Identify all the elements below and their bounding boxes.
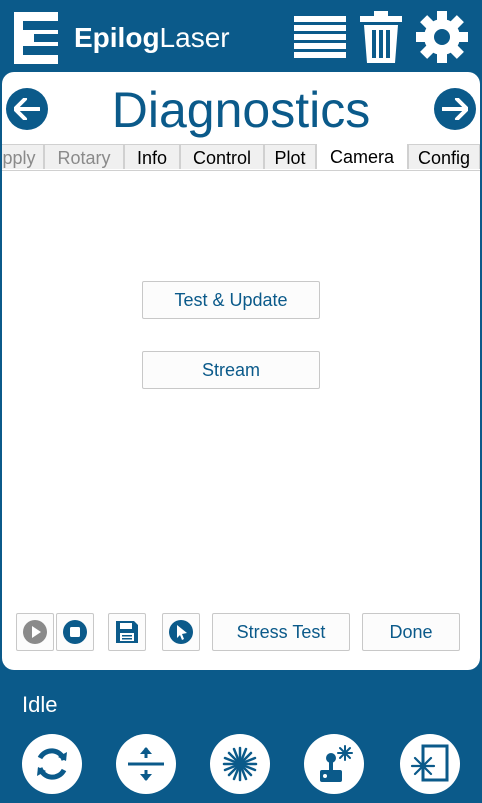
trash-icon[interactable]: [360, 11, 402, 63]
tab-rotary[interactable]: Rotary: [44, 144, 124, 169]
done-button[interactable]: Done: [362, 613, 460, 651]
brand-name: EpilogLaser: [74, 22, 230, 53]
stop-button[interactable]: [56, 613, 94, 651]
tab-config[interactable]: Config: [408, 144, 480, 169]
laser-frame-icon: [410, 744, 449, 782]
stress-test-button[interactable]: Stress Test: [212, 613, 350, 651]
tab-info[interactable]: Info: [124, 144, 180, 169]
diagnostics-panel: Diagnostics pply Rotary Info Control Plo…: [2, 72, 480, 670]
list-icon[interactable]: [294, 12, 346, 62]
save-button[interactable]: [108, 613, 146, 651]
play-button[interactable]: [16, 613, 54, 651]
cursor-icon: [169, 620, 193, 644]
play-icon: [23, 620, 47, 644]
tab-control[interactable]: Control: [180, 144, 264, 169]
joystick-icon: [320, 745, 353, 782]
focus-button[interactable]: [116, 734, 176, 794]
gear-icon[interactable]: [416, 11, 468, 63]
tab-camera[interactable]: Camera: [316, 144, 408, 169]
stream-button[interactable]: Stream: [142, 351, 320, 389]
cursor-button[interactable]: [162, 613, 200, 651]
laser-icon: [222, 746, 258, 782]
joystick-button[interactable]: [304, 734, 364, 794]
arrow-right-icon[interactable]: [434, 88, 476, 130]
focus-icon: [128, 747, 164, 781]
tab-supply[interactable]: pply: [2, 144, 44, 169]
tab-plot[interactable]: Plot: [264, 144, 316, 169]
status-text: Idle: [22, 692, 58, 717]
stop-icon: [63, 620, 87, 644]
page-title: Diagnostics: [111, 82, 371, 138]
laser-frame-button[interactable]: [400, 734, 460, 794]
laser-button[interactable]: [210, 734, 270, 794]
save-icon: [116, 621, 138, 643]
refresh-icon: [37, 748, 67, 780]
title-row: Diagnostics: [2, 72, 480, 144]
epilog-logo-icon: [14, 12, 58, 64]
test-update-button[interactable]: Test & Update: [142, 281, 320, 319]
top-bar: EpilogLaser: [0, 0, 482, 72]
refresh-button[interactable]: [22, 734, 82, 794]
tab-bar: pply Rotary Info Control Plot Camera Con…: [2, 144, 480, 171]
